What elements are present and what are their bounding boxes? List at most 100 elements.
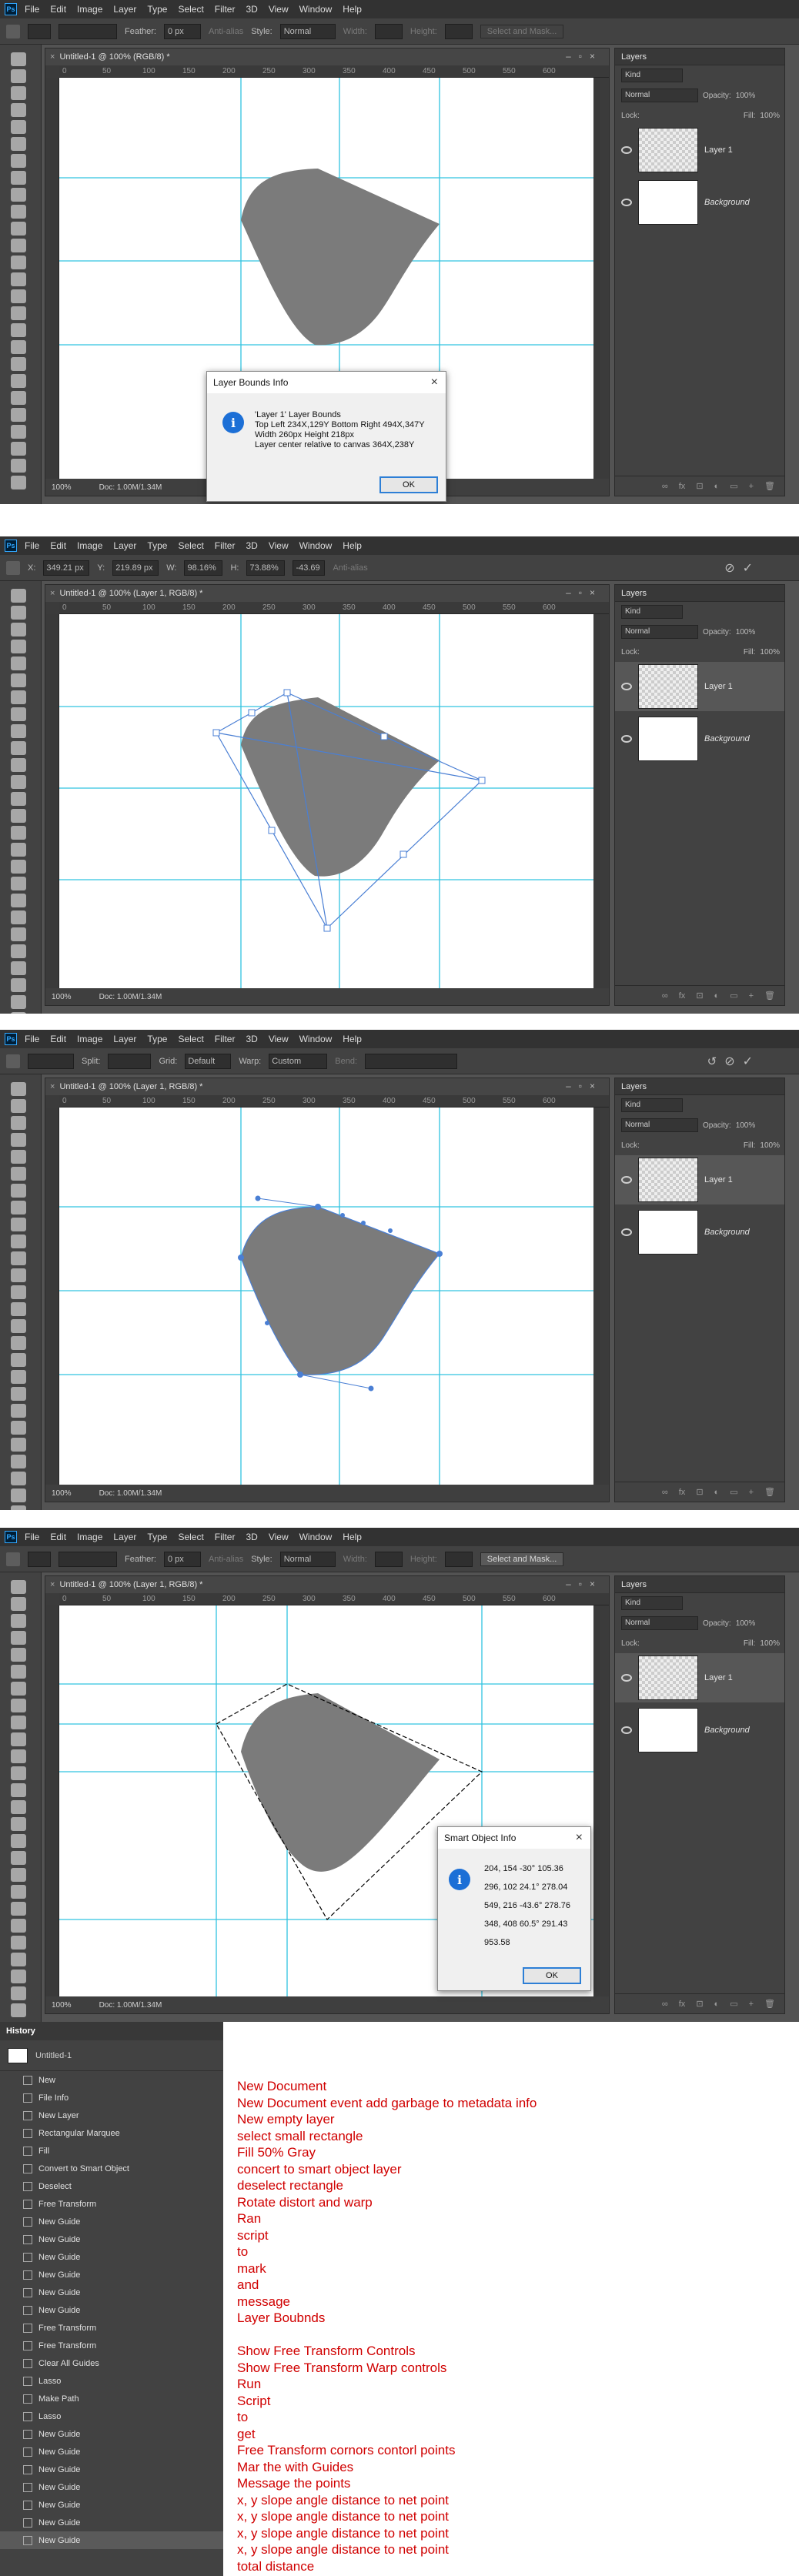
trash-icon[interactable]: 🗑	[764, 1487, 775, 1497]
tool-icon[interactable]	[11, 1953, 26, 1966]
tool-icon[interactable]	[11, 1218, 26, 1231]
layer-name[interactable]: Background	[704, 734, 750, 743]
tool-icon[interactable]	[11, 1766, 26, 1780]
menu-help[interactable]: Help	[343, 1034, 362, 1044]
visibility-eye-icon[interactable]	[621, 1726, 632, 1734]
tool-icon[interactable]	[11, 961, 26, 975]
menu-select[interactable]: Select	[178, 540, 203, 551]
tool-icon[interactable]	[11, 1235, 26, 1248]
menu-file[interactable]: File	[25, 540, 39, 551]
fill-value[interactable]: 100%	[760, 1639, 780, 1648]
tool-icon[interactable]	[11, 1851, 26, 1865]
antialias-checkbox[interactable]: Anti-alias	[209, 27, 243, 36]
window-controls[interactable]: –▫×	[566, 587, 603, 598]
tool-icon[interactable]	[11, 1387, 26, 1401]
blend-mode-select[interactable]: Normal	[621, 89, 698, 102]
tool-icon[interactable]	[11, 843, 26, 857]
history-item[interactable]: New Guide	[0, 2301, 223, 2319]
layer-row-layer1[interactable]: Layer 1	[615, 1155, 784, 1204]
tool-icon[interactable]	[11, 1404, 26, 1418]
tool-icon[interactable]	[11, 1936, 26, 1950]
new-layer-icon[interactable]: +	[749, 2000, 754, 2009]
tool-icon[interactable]	[11, 1302, 26, 1316]
menu-edit[interactable]: Edit	[50, 4, 66, 15]
grid-select[interactable]: Default	[185, 1053, 232, 1069]
tool-icon[interactable]	[11, 1817, 26, 1831]
tool-icon[interactable]	[11, 188, 26, 202]
link-icon[interactable]: ∞	[662, 1488, 668, 1497]
menu-view[interactable]: View	[269, 540, 289, 551]
layer-row-background[interactable]: Background	[615, 714, 784, 763]
layer-row-layer1[interactable]: Layer 1	[615, 1653, 784, 1702]
link-icon[interactable]: ∞	[662, 991, 668, 1001]
layer-name[interactable]: Layer 1	[704, 682, 733, 691]
zoom-level[interactable]: 100%	[52, 993, 72, 1001]
tool-icon[interactable]	[11, 1472, 26, 1485]
tool-icon[interactable]	[11, 1285, 26, 1299]
tool-icon[interactable]	[11, 1488, 26, 1502]
tool-icon[interactable]	[11, 137, 26, 151]
tool-icon[interactable]	[11, 120, 26, 134]
ok-button[interactable]: OK	[523, 1967, 581, 1984]
history-item[interactable]: Deselect	[0, 2177, 223, 2195]
tool-icon[interactable]	[11, 1353, 26, 1367]
tool-icon[interactable]	[11, 374, 26, 388]
tool-icon[interactable]	[11, 1580, 26, 1594]
group-icon[interactable]: ▭	[730, 1999, 737, 2009]
tool-icon[interactable]	[11, 103, 26, 117]
tool-icon[interactable]	[11, 877, 26, 890]
history-item[interactable]: File Info	[0, 2089, 223, 2107]
history-item[interactable]: Free Transform	[0, 2337, 223, 2354]
history-snapshot[interactable]: Untitled-1	[0, 2040, 223, 2071]
tool-icon[interactable]	[11, 860, 26, 874]
layer-row-layer1[interactable]: Layer 1	[615, 125, 784, 175]
menu-select[interactable]: Select	[178, 4, 203, 15]
menu-help[interactable]: Help	[343, 1532, 362, 1542]
history-item[interactable]: Make Path	[0, 2390, 223, 2407]
window-controls[interactable]: –▫×	[566, 51, 603, 62]
tool-icon[interactable]	[11, 1783, 26, 1797]
style-select[interactable]: Normal	[279, 23, 336, 39]
trash-icon[interactable]: 🗑	[764, 1999, 775, 2009]
group-icon[interactable]: ▭	[730, 991, 737, 1001]
blend-mode-select[interactable]: Normal	[621, 1616, 698, 1630]
close-tab-icon[interactable]: ×	[50, 1580, 55, 1589]
tool-icon[interactable]	[11, 1184, 26, 1198]
window-controls[interactable]: –▫×	[566, 1081, 603, 1091]
tool-icon[interactable]	[11, 289, 26, 303]
menu-filter[interactable]: Filter	[215, 1034, 236, 1044]
menu-edit[interactable]: Edit	[50, 1532, 66, 1542]
history-item[interactable]: New Guide	[0, 2496, 223, 2514]
tool-icon[interactable]	[11, 1505, 26, 1510]
menu-select[interactable]: Select	[178, 1532, 203, 1542]
tool-icon[interactable]	[11, 1800, 26, 1814]
tool-icon[interactable]	[11, 171, 26, 185]
history-item[interactable]: New Guide	[0, 2443, 223, 2461]
layer-name[interactable]: Background	[704, 1726, 750, 1735]
tool-icon[interactable]	[11, 657, 26, 670]
mask-icon[interactable]: ⊡	[696, 1487, 703, 1497]
tool-icon[interactable]	[11, 606, 26, 620]
tool-icon[interactable]	[11, 1438, 26, 1452]
width-input[interactable]	[374, 1551, 403, 1567]
history-item[interactable]: New Guide	[0, 2461, 223, 2478]
menu-window[interactable]: Window	[299, 1532, 333, 1542]
tool-icon[interactable]	[11, 1116, 26, 1130]
fill-value[interactable]: 100%	[760, 648, 780, 657]
fill-value[interactable]: 100%	[760, 1141, 780, 1150]
kind-filter[interactable]: Kind	[621, 1596, 683, 1610]
mask-icon[interactable]: ⊡	[696, 481, 703, 491]
tool-icon[interactable]	[11, 1665, 26, 1679]
tool-icon[interactable]	[11, 910, 26, 924]
adjustment-icon[interactable]: ◐	[714, 482, 720, 491]
commit-transform-icon[interactable]: ✓	[743, 1054, 753, 1069]
y-input[interactable]: 219.89 px	[112, 560, 159, 576]
kind-filter[interactable]: Kind	[621, 1098, 683, 1112]
menu-3d[interactable]: 3D	[246, 1532, 257, 1542]
menu-view[interactable]: View	[269, 1532, 289, 1542]
tool-icon[interactable]	[11, 86, 26, 100]
tool-icon[interactable]	[11, 1319, 26, 1333]
tool-icon[interactable]	[11, 222, 26, 236]
layer-row-background[interactable]: Background	[615, 1208, 784, 1257]
h-input[interactable]: 73.88%	[246, 560, 286, 576]
